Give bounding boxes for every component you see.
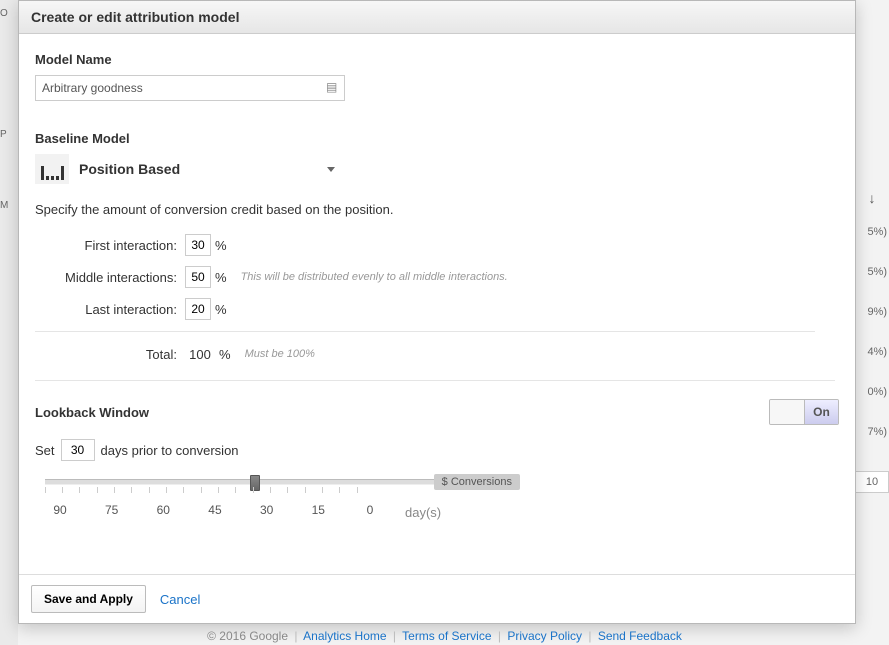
total-value: 100	[185, 347, 215, 362]
attribution-model-dialog: Create or edit attribution model Model N…	[18, 0, 856, 624]
middle-interactions-label: Middle interactions:	[35, 270, 185, 285]
first-interaction-label: First interaction:	[35, 238, 185, 253]
lookback-set-prefix: Set	[35, 443, 55, 458]
dialog-body[interactable]: Model Name ▤ Baseline Model Position Bas…	[19, 34, 855, 574]
middle-interactions-hint: This will be distributed evenly to all m…	[241, 271, 508, 283]
save-and-apply-button[interactable]: Save and Apply	[31, 585, 146, 613]
cancel-button[interactable]: Cancel	[160, 592, 200, 607]
model-name-input[interactable]	[35, 75, 345, 101]
baseline-description: Specify the amount of conversion credit …	[35, 202, 839, 217]
slider-unit-label: day(s)	[405, 505, 441, 520]
lookback-slider[interactable]: $ Conversions 90 75 60 45 30 15 0 day(s)	[45, 479, 445, 517]
total-hint: Must be 100%	[245, 348, 315, 360]
background-left-strip: OPM	[0, 0, 18, 645]
slider-ticks	[45, 487, 445, 497]
footer-link-privacy[interactable]: Privacy Policy	[507, 629, 582, 643]
background-right-strip: ↓ 5%) 5%) 9%) 4%) 0%) 7%) 10	[855, 0, 889, 645]
sort-arrow-icon: ↓	[855, 190, 889, 206]
page-footer: © 2016 Google | Analytics Home | Terms o…	[0, 629, 889, 643]
slider-track[interactable]: $ Conversions	[45, 479, 445, 485]
input-end-icon: ▤	[326, 80, 340, 94]
middle-interactions-input[interactable]	[185, 266, 211, 288]
baseline-model-label: Baseline Model	[35, 131, 839, 146]
slider-badge: $ Conversions	[434, 474, 520, 490]
toggle-off-segment[interactable]	[770, 400, 804, 424]
baseline-model-selected: Position Based	[79, 161, 317, 177]
position-based-icon	[35, 154, 69, 184]
chevron-down-icon	[327, 167, 335, 172]
slider-labels: 90 75 60 45 30 15 0	[45, 503, 385, 517]
dialog-footer: Save and Apply Cancel	[19, 574, 855, 623]
lookback-set-suffix: days prior to conversion	[101, 443, 239, 458]
footer-link-analytics-home[interactable]: Analytics Home	[303, 629, 386, 643]
footer-link-feedback[interactable]: Send Feedback	[598, 629, 682, 643]
position-credit-table: First interaction: % Middle interactions…	[35, 229, 839, 370]
last-interaction-input[interactable]	[185, 298, 211, 320]
last-interaction-label: Last interaction:	[35, 302, 185, 317]
lookback-toggle[interactable]: On	[769, 399, 839, 425]
total-label: Total:	[35, 347, 185, 362]
lookback-window-label: Lookback Window	[35, 405, 149, 420]
toggle-on-segment[interactable]: On	[804, 400, 838, 424]
first-interaction-input[interactable]	[185, 234, 211, 256]
footer-link-terms[interactable]: Terms of Service	[402, 629, 491, 643]
model-name-label: Model Name	[35, 52, 839, 67]
lookback-days-input[interactable]	[61, 439, 95, 461]
dialog-title: Create or edit attribution model	[19, 1, 855, 34]
baseline-model-select[interactable]: Position Based	[35, 154, 335, 184]
